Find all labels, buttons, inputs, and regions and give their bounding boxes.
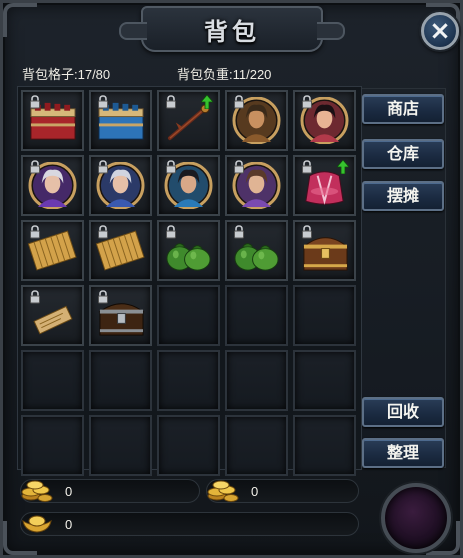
lock-icon bbox=[30, 160, 40, 174]
ingot-value: 0 bbox=[65, 517, 73, 532]
inventory-slot[interactable] bbox=[21, 220, 84, 281]
inventory-slot[interactable] bbox=[157, 220, 220, 281]
inventory-slot[interactable] bbox=[225, 350, 288, 411]
close-icon: × bbox=[429, 16, 451, 46]
gold-value: 0 bbox=[65, 484, 73, 499]
inventory-slot[interactable] bbox=[293, 90, 356, 151]
lock-icon bbox=[302, 225, 312, 239]
inventory-slot[interactable] bbox=[157, 415, 220, 476]
upgrade-arrow-icon bbox=[201, 95, 213, 109]
inventory-slot[interactable] bbox=[89, 350, 152, 411]
warehouse-button[interactable]: 仓库 bbox=[362, 139, 444, 169]
gold-currency-row: 0 bbox=[20, 479, 200, 503]
inventory-slot[interactable] bbox=[225, 155, 288, 216]
sort-button[interactable]: 整理 bbox=[362, 438, 444, 468]
close-button[interactable]: × bbox=[421, 12, 459, 50]
lock-icon bbox=[30, 225, 40, 239]
lock-icon bbox=[234, 160, 244, 174]
inventory-slot[interactable] bbox=[225, 90, 288, 151]
quick-action-orb[interactable] bbox=[381, 483, 451, 553]
inventory-slot[interactable] bbox=[89, 155, 152, 216]
inventory-slot[interactable] bbox=[293, 415, 356, 476]
inventory-slot[interactable] bbox=[157, 285, 220, 346]
lock-icon bbox=[98, 95, 108, 109]
inventory-slot[interactable] bbox=[21, 155, 84, 216]
inventory-slot[interactable] bbox=[89, 220, 152, 281]
inventory-slot[interactable] bbox=[157, 350, 220, 411]
inventory-slot[interactable] bbox=[21, 285, 84, 346]
lock-icon bbox=[302, 160, 312, 174]
inventory-slot[interactable] bbox=[157, 90, 220, 151]
inventory-grid-frame bbox=[17, 86, 362, 476]
ingot-currency-row: 0 bbox=[20, 512, 359, 536]
lock-icon bbox=[98, 225, 108, 239]
lock-icon bbox=[234, 225, 244, 239]
inventory-slot[interactable] bbox=[21, 90, 84, 151]
recycle-button[interactable]: 回收 bbox=[362, 397, 444, 427]
lock-icon bbox=[30, 290, 40, 304]
inventory-slot[interactable] bbox=[293, 350, 356, 411]
inventory-slot[interactable] bbox=[21, 350, 84, 411]
inventory-slot[interactable] bbox=[293, 285, 356, 346]
lock-icon bbox=[166, 225, 176, 239]
inventory-slot[interactable] bbox=[89, 415, 152, 476]
slot-count-label: 背包格子:17/80 bbox=[22, 67, 111, 82]
stall-button[interactable]: 摆摊 bbox=[362, 181, 444, 211]
lock-icon bbox=[98, 160, 108, 174]
frame-corner-ornament bbox=[3, 3, 37, 37]
inventory-slot[interactable] bbox=[225, 415, 288, 476]
lock-icon bbox=[98, 290, 108, 304]
inventory-slot[interactable] bbox=[89, 285, 152, 346]
inventory-slot[interactable] bbox=[293, 220, 356, 281]
gold-ingot-icon bbox=[22, 515, 52, 533]
gold-coins-icon bbox=[21, 480, 53, 502]
bound-gold-currency-row: 0 bbox=[206, 479, 359, 503]
lock-icon bbox=[302, 95, 312, 109]
bound-gold-value: 0 bbox=[251, 484, 259, 499]
lock-icon bbox=[30, 95, 40, 109]
inventory-slot[interactable] bbox=[157, 155, 220, 216]
lock-icon bbox=[166, 160, 176, 174]
page-title: 背包 bbox=[204, 16, 260, 46]
weight-label: 背包负重:11/220 bbox=[177, 67, 272, 82]
inventory-slot[interactable] bbox=[225, 285, 288, 346]
shop-button[interactable]: 商店 bbox=[362, 94, 444, 124]
title-plate: 背包 bbox=[119, 6, 345, 52]
inventory-slot[interactable] bbox=[21, 415, 84, 476]
lock-icon bbox=[166, 95, 176, 109]
inventory-slot[interactable] bbox=[293, 155, 356, 216]
lock-icon bbox=[234, 95, 244, 109]
inventory-slot[interactable] bbox=[225, 220, 288, 281]
inventory-slot[interactable] bbox=[89, 90, 152, 151]
gold-coins-icon bbox=[207, 480, 239, 502]
inventory-grid bbox=[21, 90, 356, 476]
upgrade-arrow-icon bbox=[337, 160, 349, 174]
